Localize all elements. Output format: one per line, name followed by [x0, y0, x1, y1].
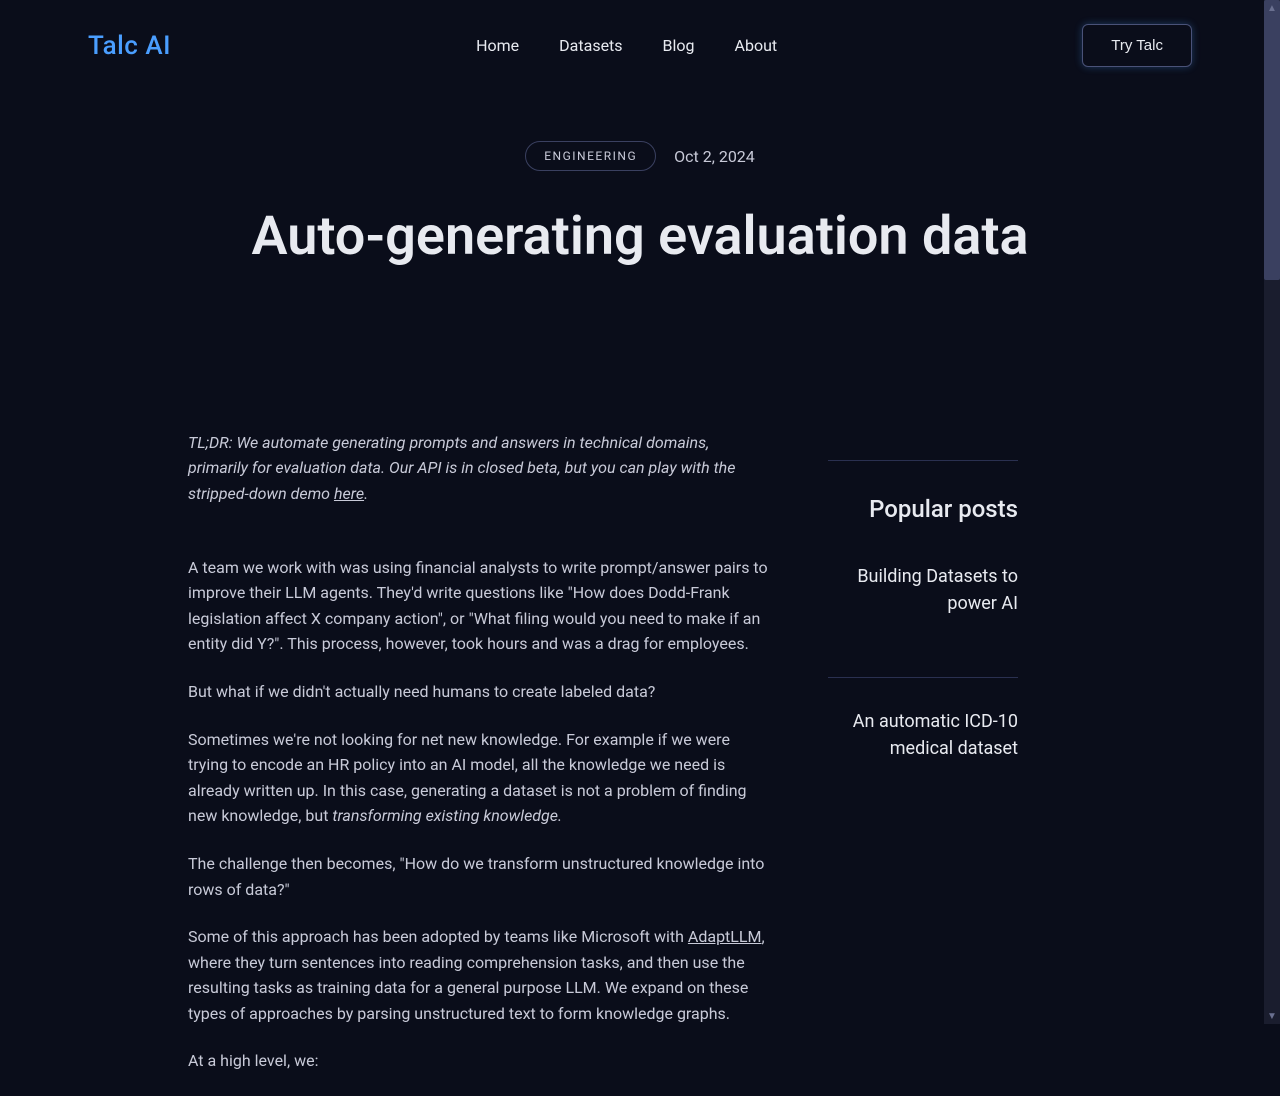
scrollbar-down-icon[interactable]: ▼ — [1264, 1008, 1280, 1024]
tldr-demo-link[interactable]: here — [334, 484, 364, 503]
main-nav: Home Datasets Blog About — [476, 36, 777, 55]
tldr-text: TL;DR: We automate generating prompts an… — [188, 433, 735, 503]
tldr-suffix: . — [364, 484, 368, 503]
nav-blog[interactable]: Blog — [663, 36, 695, 55]
p3-italic: transforming existing knowledge. — [332, 806, 562, 825]
site-header: Talc AI Home Datasets Blog About Try Tal… — [40, 0, 1240, 91]
try-talc-button[interactable]: Try Talc — [1082, 24, 1192, 67]
page-title: Auto-generating evaluation data — [240, 205, 1040, 270]
post-date: Oct 2, 2024 — [674, 147, 755, 166]
scrollbar-thumb[interactable] — [1264, 0, 1280, 280]
scrollbar-up-icon[interactable]: ▲ — [1264, 0, 1280, 16]
nav-datasets[interactable]: Datasets — [559, 36, 622, 55]
popular-post-1[interactable]: Building Datasets to power AI — [828, 563, 1018, 647]
tldr-paragraph: TL;DR: We automate generating prompts an… — [188, 430, 768, 507]
paragraph-2: But what if we didn't actually need huma… — [188, 679, 768, 705]
logo[interactable]: Talc AI — [88, 31, 171, 61]
post-meta: ENGINEERING Oct 2, 2024 — [88, 141, 1192, 171]
sidebar: Popular posts Building Datasets to power… — [828, 430, 1018, 1096]
popular-post-2[interactable]: An automatic ICD-10 medical dataset — [828, 708, 1018, 792]
adaptllm-link[interactable]: AdaptLLM — [688, 927, 762, 946]
category-badge: ENGINEERING — [525, 141, 656, 171]
paragraph-1: A team we work with was using financial … — [188, 555, 768, 657]
hero-section: ENGINEERING Oct 2, 2024 Auto-generating … — [40, 91, 1240, 360]
p5-prefix: Some of this approach has been adopted b… — [188, 927, 688, 946]
article-body: TL;DR: We automate generating prompts an… — [188, 430, 768, 1096]
paragraph-5: Some of this approach has been adopted b… — [188, 924, 768, 1026]
nav-about[interactable]: About — [735, 36, 778, 55]
popular-post-divider — [828, 677, 1018, 678]
content-wrapper: TL;DR: We automate generating prompts an… — [140, 360, 1140, 1096]
popular-posts-title: Popular posts — [828, 495, 1018, 523]
scrollbar[interactable]: ▲ ▼ — [1264, 0, 1280, 1024]
paragraph-4: The challenge then becomes, "How do we t… — [188, 851, 768, 902]
paragraph-6: At a high level, we: — [188, 1048, 768, 1074]
sidebar-divider-top — [828, 460, 1018, 461]
nav-home[interactable]: Home — [476, 36, 519, 55]
paragraph-3: Sometimes we're not looking for net new … — [188, 727, 768, 829]
